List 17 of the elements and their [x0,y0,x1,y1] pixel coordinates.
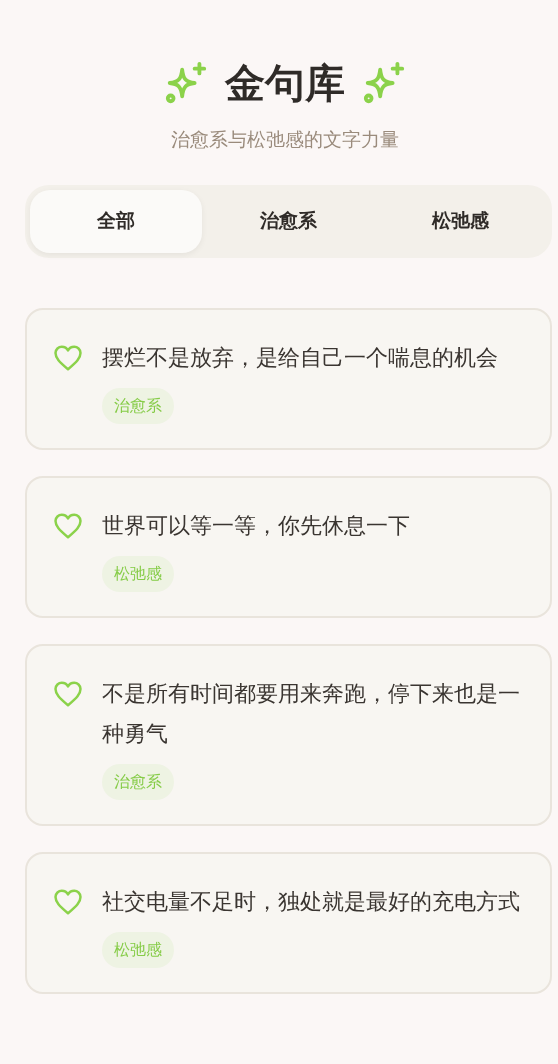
heart-icon[interactable] [53,511,83,540]
heart-icon[interactable] [53,887,83,916]
quote-text: 不是所有时间都要用来奔跑，停下来也是一种勇气 [102,679,521,748]
page-title: 金句库 [224,63,345,103]
quote-text: 摆烂不是放弃，是给自己一个喘息的机会 [102,343,498,372]
category-tag: 松弛感 [102,931,174,968]
heart-icon[interactable] [53,343,83,372]
category-tag: 治愈系 [102,387,174,424]
quote-text: 世界可以等一等，你先休息一下 [102,511,410,540]
category-tag: 治愈系 [102,763,174,800]
filter-tab[interactable]: 治愈系 [202,189,375,253]
filter-tab[interactable]: 松弛感 [374,189,547,253]
page-subtitle: 治愈系与松弛感的文字力量 [169,128,400,152]
category-tag: 松弛感 [102,555,174,592]
heart-icon[interactable] [53,679,83,708]
filter-tab[interactable]: 全部 [30,189,203,253]
quote-text: 社交电量不足时，独处就是最好的充电方式 [102,887,520,916]
